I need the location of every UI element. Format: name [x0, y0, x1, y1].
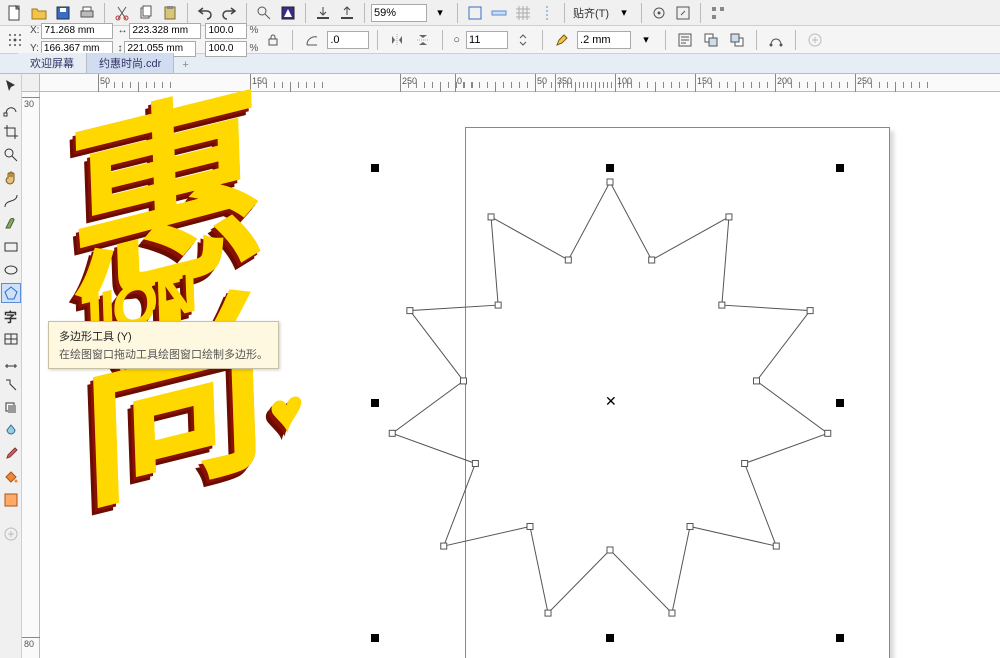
width-input[interactable]: [129, 23, 201, 39]
angle-icon: [301, 29, 323, 51]
document-tabs: 欢迎屏幕 约惠时尚.cdr +: [0, 54, 1000, 74]
scale-y-input[interactable]: [205, 41, 247, 57]
new-icon[interactable]: [4, 2, 26, 24]
transparency-tool-icon[interactable]: [1, 421, 21, 441]
mirror-v-icon[interactable]: [412, 29, 434, 51]
scale-x-input[interactable]: [205, 23, 247, 39]
fill-tool-icon[interactable]: [1, 467, 21, 487]
curve-tool-icon[interactable]: [1, 191, 21, 211]
text-tool-icon[interactable]: 字: [1, 306, 21, 326]
copy-icon[interactable]: [135, 2, 157, 24]
drop-shadow-icon[interactable]: [1, 398, 21, 418]
outline-dropdown-icon[interactable]: ▾: [635, 29, 657, 51]
pan-tool-icon[interactable]: [1, 168, 21, 188]
zoom-input[interactable]: [371, 4, 427, 22]
redo-icon[interactable]: [218, 2, 240, 24]
print-icon[interactable]: [76, 2, 98, 24]
save-icon[interactable]: [52, 2, 74, 24]
show-guides-icon[interactable]: [536, 2, 558, 24]
to-back-icon[interactable]: [726, 29, 748, 51]
polygon-shape[interactable]: [40, 92, 1000, 658]
ruler-corner[interactable]: [22, 74, 40, 92]
x-input[interactable]: [41, 23, 113, 39]
sides-input[interactable]: [466, 31, 508, 49]
table-tool-icon[interactable]: [1, 329, 21, 349]
toolbox: 字: [0, 74, 22, 658]
undo-icon[interactable]: [194, 2, 216, 24]
rectangle-tool-icon[interactable]: [1, 237, 21, 257]
snap-label[interactable]: 贴齐(T): [571, 5, 611, 21]
dimension-tool-icon[interactable]: [1, 352, 21, 372]
zoom-tool-icon[interactable]: [1, 145, 21, 165]
outline-pen-icon[interactable]: [551, 29, 573, 51]
selection-handle[interactable]: [836, 164, 844, 172]
shape-tool-icon[interactable]: [1, 99, 21, 119]
quick-customize-icon[interactable]: [804, 29, 826, 51]
zoom-dropdown-icon[interactable]: ▾: [429, 2, 451, 24]
app-launcher-icon[interactable]: [707, 2, 729, 24]
polygon-tool-icon[interactable]: [1, 283, 21, 303]
launch-icon[interactable]: [672, 2, 694, 24]
eyedropper-icon[interactable]: [1, 444, 21, 464]
artistic-media-icon[interactable]: [1, 214, 21, 234]
tab-add-icon[interactable]: +: [174, 57, 196, 73]
tooltip: 多边形工具 (Y) 在绘图窗口拖动工具绘图窗口绘制多边形。: [48, 321, 279, 369]
lock-ratio-icon[interactable]: [262, 29, 284, 51]
tooltip-title: 多边形工具 (Y): [59, 328, 268, 344]
options-icon[interactable]: [648, 2, 670, 24]
selection-handle[interactable]: [606, 634, 614, 642]
to-front-icon[interactable]: [700, 29, 722, 51]
selection-handle[interactable]: [371, 164, 379, 172]
selection-handle[interactable]: [836, 634, 844, 642]
search-icon[interactable]: [253, 2, 275, 24]
selection-handle[interactable]: [606, 164, 614, 172]
selection-handle[interactable]: [371, 399, 379, 407]
percent-label: %: [247, 25, 258, 37]
mirror-h-icon[interactable]: [386, 29, 408, 51]
selection-handle[interactable]: [836, 399, 844, 407]
x-label: X:: [30, 25, 41, 37]
open-icon[interactable]: [28, 2, 50, 24]
pick-tool-icon[interactable]: [1, 76, 21, 96]
crop-tool-icon[interactable]: [1, 122, 21, 142]
smart-fill-icon[interactable]: [1, 490, 21, 510]
tooltip-body: 在绘图窗口拖动工具绘图窗口绘制多边形。: [59, 346, 268, 362]
fullscreen-icon[interactable]: [464, 2, 486, 24]
paste-icon[interactable]: [159, 2, 181, 24]
object-origin-icon[interactable]: [4, 29, 26, 51]
tab-welcome[interactable]: 欢迎屏幕: [18, 53, 87, 73]
selection-center-icon[interactable]: ✕: [605, 393, 617, 410]
outline-width-input[interactable]: [577, 31, 631, 49]
sides-spinner-icon[interactable]: [512, 29, 534, 51]
cut-icon[interactable]: [111, 2, 133, 24]
canvas-area[interactable]: 惠 JION 尚♥ ✕: [40, 92, 1000, 658]
show-grid-icon[interactable]: [512, 2, 534, 24]
show-rulers-icon[interactable]: [488, 2, 510, 24]
ruler-vertical[interactable]: 3080: [22, 92, 40, 658]
property-bar: X: Y: ↔ ↕ % % ○ ▾: [0, 26, 1000, 54]
wrap-text-icon[interactable]: [674, 29, 696, 51]
percent-label: %: [247, 43, 258, 55]
convert-curves-icon[interactable]: [765, 29, 787, 51]
export-icon[interactable]: [336, 2, 358, 24]
quick-customize-toolbox-icon[interactable]: [1, 524, 21, 544]
import-icon[interactable]: [312, 2, 334, 24]
ellipse-tool-icon[interactable]: [1, 260, 21, 280]
connector-tool-icon[interactable]: [1, 375, 21, 395]
polygon-sides-icon: ○: [451, 34, 462, 46]
publish-icon[interactable]: [277, 2, 299, 24]
snap-dropdown-icon[interactable]: ▾: [613, 2, 635, 24]
width-icon: ↔: [117, 25, 129, 37]
canvas-wrap: 50150250350050100150200250 3080 惠 JION 尚…: [22, 74, 1000, 658]
tab-file[interactable]: 约惠时尚.cdr: [87, 53, 174, 73]
rotation-input[interactable]: [327, 31, 369, 49]
selection-handle[interactable]: [371, 634, 379, 642]
